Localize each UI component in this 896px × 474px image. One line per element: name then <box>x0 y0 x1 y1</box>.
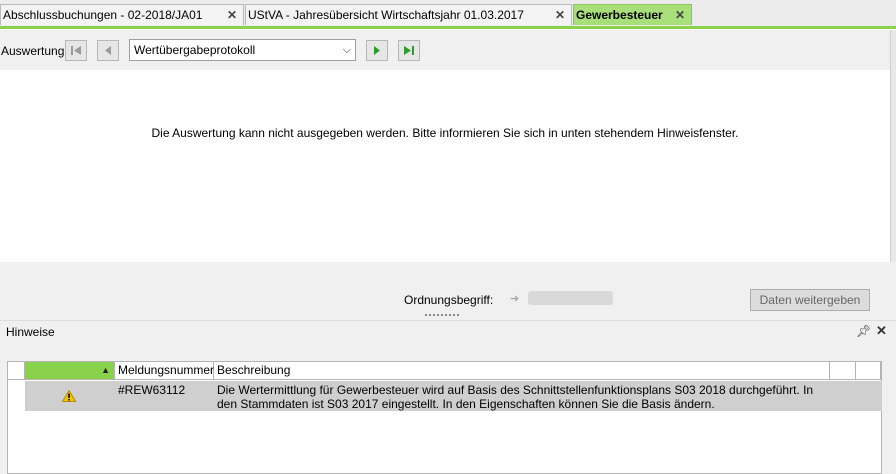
tab-bar: Abschlussbuchungen - 02-2018/JA01 ✕ UStV… <box>0 0 896 28</box>
column-header-label: Beschreibung <box>217 363 291 377</box>
next-icon <box>374 46 380 55</box>
tab-label: Abschlussbuchungen - 02-2018/JA01 <box>3 8 203 22</box>
first-icon <box>71 46 81 55</box>
first-button[interactable] <box>65 40 87 61</box>
tab-ustva[interactable]: UStVA - Jahresübersicht Wirtschaftsjahr … <box>245 4 572 25</box>
close-icon[interactable]: ✕ <box>675 8 685 22</box>
column-header-beschreibung[interactable]: Beschreibung <box>214 362 830 380</box>
scrollbar[interactable] <box>890 30 896 262</box>
chevron-down-icon[interactable]: ⌵ <box>343 40 351 60</box>
pin-icon[interactable]: 📌︎ <box>856 324 871 338</box>
warning-icon <box>62 390 76 402</box>
column-header-extra[interactable] <box>856 362 881 380</box>
column-header-status[interactable]: ▲ <box>25 362 115 380</box>
close-icon[interactable]: ✕ <box>555 8 565 22</box>
arrow-right-icon: ➔ <box>510 293 520 305</box>
last-button[interactable] <box>398 40 420 61</box>
column-header-extra[interactable] <box>830 362 856 380</box>
report-select[interactable]: Wertübergabeprotokoll ⌵ <box>129 39 356 61</box>
next-button[interactable] <box>366 40 388 61</box>
hinweise-header <box>0 320 896 345</box>
last-icon <box>404 46 414 55</box>
ordnungsbegriff-label: Ordnungsbegriff: <box>404 293 494 307</box>
report-select-value: Wertübergabeprotokoll <box>134 43 256 57</box>
report-output: Die Auswertung kann nicht ausgegeben wer… <box>0 70 890 262</box>
ordnungsbegriff-value <box>528 291 613 305</box>
splitter-handle[interactable] <box>425 314 461 318</box>
column-header-meldungsnummer[interactable]: Meldungsnummer <box>115 362 214 380</box>
previous-icon <box>105 46 111 55</box>
panel-title: Hinweise <box>6 325 55 339</box>
auswertung-label: Auswertung: <box>1 44 68 58</box>
sort-up-icon: ▲ <box>101 365 110 375</box>
tab-abschlussbuchungen[interactable]: Abschlussbuchungen - 02-2018/JA01 ✕ <box>0 4 244 25</box>
close-icon[interactable]: ✕ <box>227 8 237 22</box>
report-toolbar: Auswertung: Wertübergabeprotokoll ⌵ <box>0 30 896 70</box>
daten-weitergeben-button[interactable]: Daten weitergeben <box>750 289 870 311</box>
tab-label: Gewerbesteuer <box>576 8 663 22</box>
tab-label: UStVA - Jahresübersicht Wirtschaftsjahr … <box>248 8 524 22</box>
tab-gewerbesteuer[interactable]: Gewerbesteuer ✕ <box>573 4 692 25</box>
column-header-label: Meldungsnummer <box>118 363 215 377</box>
meldungsnummer-cell: #REW63112 <box>118 383 186 397</box>
close-icon[interactable]: ✕ <box>876 323 887 339</box>
error-message: Die Auswertung kann nicht ausgegeben wer… <box>151 126 739 140</box>
previous-button[interactable] <box>97 40 119 61</box>
beschreibung-cell: Die Wertermittlung für Gewerbesteuer wir… <box>217 383 814 411</box>
column-header-indicator[interactable] <box>8 362 25 380</box>
tab-underline <box>0 26 896 29</box>
